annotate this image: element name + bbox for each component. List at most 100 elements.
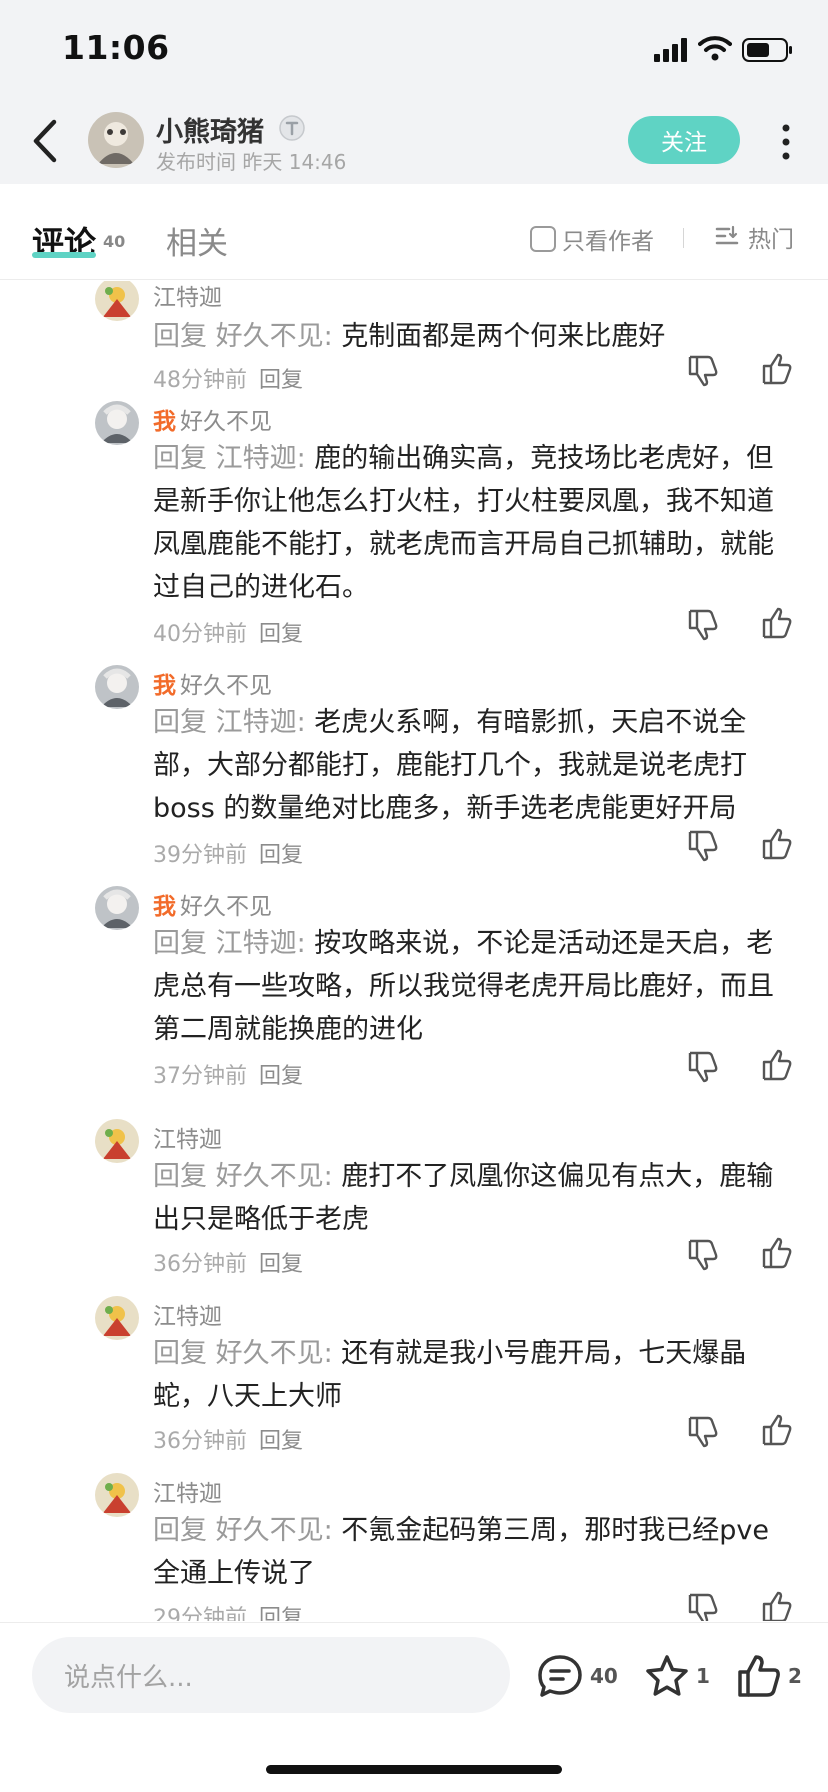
- like-post-button[interactable]: 2: [736, 1653, 802, 1699]
- comment-author-name[interactable]: 好久不见: [180, 673, 272, 699]
- comment-item: 我好久不见 回复 江特迦: 老虎火系啊，有暗影抓，天启不说全部，大部分都能打，鹿…: [0, 665, 828, 868]
- dislike-icon[interactable]: [686, 828, 720, 862]
- comment-author-name[interactable]: 江特迦: [153, 1481, 222, 1507]
- only-author-toggle[interactable]: 只看作者: [530, 222, 654, 256]
- comment-text[interactable]: 回复 江特迦: 老虎火系啊，有暗影抓，天启不说全部，大部分都能打，鹿能打几个，我…: [153, 701, 793, 830]
- comment-author[interactable]: 我好久不见: [153, 666, 272, 700]
- me-label: 我: [153, 409, 176, 435]
- commenter-avatar[interactable]: [95, 281, 139, 321]
- home-indicator[interactable]: [266, 1765, 562, 1774]
- follow-button[interactable]: 关注: [628, 116, 740, 164]
- dislike-icon[interactable]: [686, 1414, 720, 1448]
- more-options-icon[interactable]: [774, 120, 798, 164]
- comment-author-name[interactable]: 江特迦: [153, 1127, 222, 1153]
- comment-author[interactable]: 江特迦: [153, 1474, 222, 1508]
- comment-meta: 40分钟前 回复: [153, 616, 303, 648]
- only-author-checkbox[interactable]: [530, 226, 556, 252]
- level-badge-icon: [279, 115, 305, 141]
- comment-text[interactable]: 回复 江特迦: 鹿的输出确实高，竞技场比老虎好，但是新手你让他怎么打火柱，打火柱…: [153, 437, 793, 609]
- favorite-button[interactable]: 1: [644, 1653, 710, 1699]
- dislike-icon[interactable]: [686, 607, 720, 641]
- comment-item: 江特迦 回复 好久不见: 还有就是我小号鹿开局，七天爆晶蛇，八天上大师 36分钟…: [0, 1296, 828, 1456]
- tab-related[interactable]: 相关: [166, 218, 228, 263]
- author-name[interactable]: 小熊琦猪: [156, 110, 264, 149]
- commenter-avatar[interactable]: [95, 665, 139, 709]
- comment-text[interactable]: 回复 好久不见: 不氪金起码第三周，那时我已经pve 全通上传说了: [153, 1509, 793, 1595]
- comment-author-name[interactable]: 江特迦: [153, 285, 222, 311]
- comment-author-name[interactable]: 好久不见: [180, 409, 272, 435]
- reply-button[interactable]: 回复: [259, 1429, 303, 1454]
- content-tabs: 评论 40 相关 只看作者 热门: [0, 184, 828, 280]
- reply-button[interactable]: 回复: [259, 622, 303, 647]
- comment-author-name[interactable]: 好久不见: [180, 894, 272, 920]
- comment-text[interactable]: 回复 好久不见: 鹿打不了凤凰你这偏见有点大，鹿输出只是略低于老虎: [153, 1155, 793, 1241]
- comment-author[interactable]: 江特迦: [153, 1120, 222, 1154]
- post-time-label: 发布时间: [156, 150, 236, 174]
- like-icon[interactable]: [760, 1591, 794, 1621]
- commenter-avatar[interactable]: [95, 1473, 139, 1517]
- reply-button[interactable]: 回复: [259, 1606, 303, 1621]
- active-tab-indicator: [32, 252, 96, 258]
- comment-input[interactable]: 说点什么...: [32, 1637, 510, 1713]
- comment-item: 我好久不见 回复 江特迦: 鹿的输出确实高，竞技场比老虎好，但是新手你让他怎么打…: [0, 401, 828, 647]
- comment-author[interactable]: 我好久不见: [153, 887, 272, 921]
- reply-button[interactable]: 回复: [259, 368, 303, 393]
- comment-meta: 36分钟前 回复: [153, 1246, 303, 1278]
- reply-button[interactable]: 回复: [259, 1252, 303, 1277]
- dislike-icon[interactable]: [686, 1591, 720, 1621]
- reply-prefix: 回复 好久不见:: [153, 1161, 333, 1192]
- comments-button[interactable]: 40: [536, 1653, 618, 1699]
- like-icon[interactable]: [760, 1414, 794, 1448]
- comment-text[interactable]: 回复 好久不见: 还有就是我小号鹿开局，七天爆晶蛇，八天上大师: [153, 1332, 793, 1418]
- comment-author[interactable]: 江特迦: [153, 1297, 222, 1331]
- back-button[interactable]: [26, 114, 66, 168]
- like-icon[interactable]: [760, 353, 794, 387]
- comment-item: 江特迦 回复 好久不见: 不氪金起码第三周，那时我已经pve 全通上传说了 29…: [0, 1473, 828, 1621]
- favorite-count: 1: [696, 1664, 710, 1688]
- comment-author-name[interactable]: 江特迦: [153, 1304, 222, 1330]
- comment-time: 39分钟前: [153, 843, 247, 868]
- comment-time: 48分钟前: [153, 368, 247, 393]
- like-icon[interactable]: [760, 1237, 794, 1271]
- comment-author[interactable]: 我好久不见: [153, 402, 272, 436]
- commenter-avatar[interactable]: [95, 886, 139, 930]
- comment-bubble-icon: [538, 1655, 582, 1697]
- commenter-avatar[interactable]: [95, 1119, 139, 1163]
- me-label: 我: [153, 673, 176, 699]
- sort-icon: [715, 225, 739, 245]
- like-icon[interactable]: [760, 828, 794, 862]
- comment-text[interactable]: 回复 江特迦: 按攻略来说，不论是活动还是天启，老虎总有一些攻略，所以我觉得老虎…: [153, 922, 793, 1051]
- comment-content: 克制面都是两个何来比鹿好: [341, 321, 666, 352]
- dislike-icon[interactable]: [686, 1049, 720, 1083]
- reply-prefix: 回复 江特迦:: [153, 928, 306, 959]
- reply-button[interactable]: 回复: [259, 843, 303, 868]
- comment-author[interactable]: 江特迦: [153, 281, 222, 312]
- reply-prefix: 回复 江特迦:: [153, 707, 306, 738]
- reply-button[interactable]: 回复: [259, 1064, 303, 1089]
- comments-count-badge: 40: [103, 232, 126, 251]
- author-avatar[interactable]: [88, 112, 144, 168]
- post-header: 小熊琦猪 发布时间 昨天 14:46 关注: [0, 100, 828, 184]
- comment-meta: 29分钟前 回复: [153, 1600, 303, 1621]
- dislike-icon[interactable]: [686, 1237, 720, 1271]
- commenter-avatar[interactable]: [95, 401, 139, 445]
- comment-meta: 36分钟前 回复: [153, 1423, 303, 1455]
- commenter-avatar[interactable]: [95, 1296, 139, 1340]
- post-time-value: 昨天 14:46: [242, 150, 347, 174]
- like-icon[interactable]: [760, 607, 794, 641]
- comment-meta: 39分钟前 回复: [153, 837, 303, 869]
- like-icon[interactable]: [760, 1049, 794, 1083]
- comment-text[interactable]: 回复 好久不见: 克制面都是两个何来比鹿好: [153, 315, 793, 358]
- comment-time: 40分钟前: [153, 622, 247, 647]
- bottom-action-bar: 说点什么... 40 1 2: [0, 1622, 828, 1792]
- reply-prefix: 回复 好久不见:: [153, 1515, 333, 1546]
- sort-hot-button[interactable]: 热门: [714, 220, 794, 254]
- star-icon: [646, 1655, 688, 1696]
- comment-meta: 48分钟前 回复: [153, 362, 303, 394]
- dislike-icon[interactable]: [686, 353, 720, 387]
- wifi-icon: [698, 36, 732, 61]
- post-time: 发布时间 昨天 14:46: [156, 146, 346, 175]
- thumbs-up-icon: [738, 1655, 780, 1697]
- like-count: 2: [788, 1664, 802, 1688]
- me-label: 我: [153, 894, 176, 920]
